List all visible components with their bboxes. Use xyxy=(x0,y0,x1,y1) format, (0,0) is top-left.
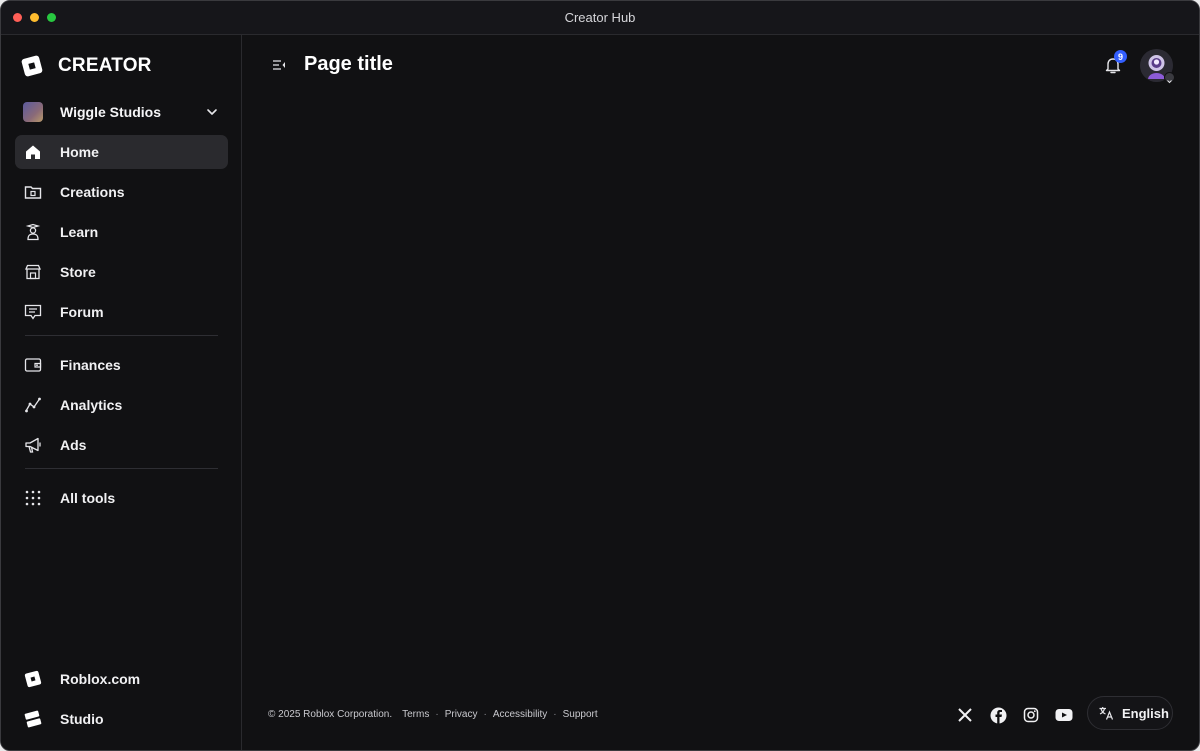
sidebar-item-all-tools[interactable]: All tools xyxy=(15,481,228,515)
translate-icon xyxy=(1099,707,1114,720)
main-content: Page title 9 © 2025 Roblox Corporation. … xyxy=(242,35,1199,750)
title-bar: Creator Hub xyxy=(1,1,1199,35)
chevron-down-icon xyxy=(207,109,217,115)
home-icon xyxy=(23,142,43,162)
studio-logo-icon xyxy=(23,709,43,729)
language-selector[interactable]: English xyxy=(1087,696,1173,730)
footer-separator: · xyxy=(553,709,557,720)
close-window-button[interactable] xyxy=(13,13,22,22)
nav-divider xyxy=(25,468,218,469)
primary-nav: Home Creations Learn Store Forum Finance… xyxy=(15,135,228,521)
youtube-icon[interactable] xyxy=(1055,706,1073,724)
app-window: Creator Hub CREATOR Wiggle Studios Home xyxy=(0,0,1200,751)
sidebar-item-finances[interactable]: Finances xyxy=(15,348,228,382)
nav-divider xyxy=(25,335,218,336)
window-title: Creator Hub xyxy=(564,10,636,25)
sidebar-item-label: Ads xyxy=(60,437,87,453)
wallet-icon xyxy=(23,355,43,375)
roblox-logo-icon xyxy=(20,54,44,78)
bottom-nav: Roblox.com Studio xyxy=(15,662,228,742)
chevron-down-icon[interactable] xyxy=(1164,72,1175,84)
roblox-logo-icon xyxy=(23,669,43,689)
footer-link-support[interactable]: Support xyxy=(563,709,598,720)
workspace-switcher[interactable]: Wiggle Studios xyxy=(15,97,228,127)
minimize-window-button[interactable] xyxy=(30,13,39,22)
window-controls xyxy=(13,13,56,22)
footer-link-privacy[interactable]: Privacy xyxy=(445,709,478,720)
footer: © 2025 Roblox Corporation. Terms · Priva… xyxy=(242,680,1199,750)
sidebar-item-label: Studio xyxy=(60,711,104,727)
page-title: Page title xyxy=(304,53,393,75)
brand-logo-link[interactable]: CREATOR xyxy=(20,54,152,78)
copyright-text: © 2025 Roblox Corporation. xyxy=(268,709,393,720)
sidebar-item-label: Forum xyxy=(60,304,104,320)
footer-link-terms[interactable]: Terms xyxy=(402,709,429,720)
sidebar-item-forum[interactable]: Forum xyxy=(15,295,228,329)
sidebar-item-label: Roblox.com xyxy=(60,671,141,687)
sidebar-item-ads[interactable]: Ads xyxy=(15,428,228,462)
footer-separator: · xyxy=(435,709,439,720)
notification-badge: 9 xyxy=(1114,50,1127,63)
sidebar-item-studio[interactable]: Studio xyxy=(15,702,228,736)
sidebar-item-home[interactable]: Home xyxy=(15,135,228,169)
instagram-icon[interactable] xyxy=(1022,706,1040,724)
social-links xyxy=(956,706,1073,724)
sidebar-item-analytics[interactable]: Analytics xyxy=(15,388,228,422)
sidebar-item-roblox-com[interactable]: Roblox.com xyxy=(15,662,228,696)
footer-links: © 2025 Roblox Corporation. Terms · Priva… xyxy=(268,709,598,720)
sidebar-item-creations[interactable]: Creations xyxy=(15,175,228,209)
sidebar-item-label: Analytics xyxy=(60,397,123,413)
workspace-avatar xyxy=(23,102,43,122)
collapse-sidebar-icon[interactable] xyxy=(272,58,286,72)
sidebar-item-label: Creations xyxy=(60,184,125,200)
forum-icon xyxy=(23,302,43,322)
footer-separator: · xyxy=(483,709,487,720)
language-label: English xyxy=(1122,705,1169,721)
sidebar-item-label: Finances xyxy=(60,357,121,373)
sidebar-item-label: All tools xyxy=(60,490,116,506)
top-bar: Page title 9 xyxy=(242,35,1199,95)
x-twitter-icon[interactable] xyxy=(956,706,974,724)
workspace-name: Wiggle Studios xyxy=(60,104,161,120)
sidebar-item-learn[interactable]: Learn xyxy=(15,215,228,249)
facebook-icon[interactable] xyxy=(989,706,1007,724)
sidebar-item-label: Home xyxy=(60,144,99,160)
grid-icon xyxy=(23,488,43,508)
sidebar-item-label: Store xyxy=(60,264,96,280)
megaphone-icon xyxy=(23,435,43,455)
folder-icon xyxy=(23,182,43,202)
footer-link-accessibility[interactable]: Accessibility xyxy=(493,709,547,720)
sidebar-item-label: Learn xyxy=(60,224,99,240)
sidebar: CREATOR Wiggle Studios Home Creations Le… xyxy=(1,35,242,750)
brand-name: CREATOR xyxy=(58,55,152,76)
sidebar-item-store[interactable]: Store xyxy=(15,255,228,289)
analytics-icon xyxy=(23,395,43,415)
store-icon xyxy=(23,262,43,282)
maximize-window-button[interactable] xyxy=(47,13,56,22)
learn-icon xyxy=(23,222,43,242)
